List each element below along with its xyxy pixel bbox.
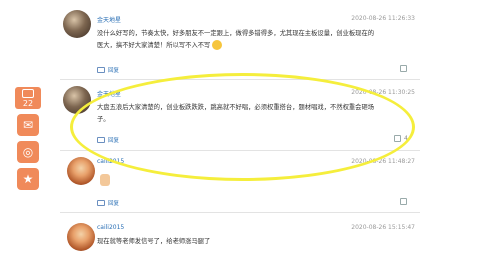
comment-time: 2020-08-26 15:15:47 xyxy=(351,224,415,231)
reply-button[interactable]: 回复 xyxy=(97,66,119,74)
comment-text: 没什么好写的，节奏太快，好多朋友不一定跟上，做得多错得多，尤其现在主板设量，创业… xyxy=(97,28,427,52)
comment-time: 2020-08-26 11:26:33 xyxy=(351,15,415,22)
comment-text: 大盘五浪后大家清楚的，创业板跌跌跌，跳高就不好唱，必须权重搭台，题材唱戏，不然权… xyxy=(97,102,427,126)
reply-icon xyxy=(97,200,105,206)
reply-button[interactable]: 回复 xyxy=(97,199,119,207)
share-sidebar: 22 ✉ ◎ ★ xyxy=(15,87,41,190)
comment-text-line: 子。 xyxy=(97,116,110,123)
comment-username[interactable]: 金天地星 xyxy=(97,89,121,98)
comment-text-line-2: 医大，搞不好大家清楚！所以写不入不写 xyxy=(97,40,427,52)
thumbs-up-icon xyxy=(400,65,407,72)
comment-time: 2020-08-26 11:30:25 xyxy=(351,89,415,96)
reply-button[interactable]: 回复 xyxy=(97,136,119,144)
like-button[interactable]: 4 xyxy=(394,135,408,142)
comment-username[interactable]: caili2015 xyxy=(97,158,124,165)
avatar[interactable] xyxy=(63,10,91,38)
comment-username[interactable]: 金天地星 xyxy=(97,15,121,24)
avatar[interactable] xyxy=(67,223,95,251)
reply-label: 回复 xyxy=(108,138,120,144)
reply-label: 回复 xyxy=(108,68,120,74)
reply-label: 回复 xyxy=(108,201,120,207)
like-count: 4 xyxy=(404,135,408,142)
comment-text-line: 大盘五浪后大家清楚的，创业板跌跌跌，跳高就不好唱，必须权重搭台，题材唱戏，不然权… xyxy=(97,104,375,111)
weibo-share-button[interactable]: ◎ xyxy=(17,141,39,163)
comment-count-button[interactable]: 22 xyxy=(15,87,41,109)
weibo-icon: ◎ xyxy=(22,145,34,159)
comment-text-line: 现在就等老师发信号了，给老师涨马腿了 xyxy=(97,238,211,245)
avatar[interactable] xyxy=(67,157,95,185)
star-favorite-button[interactable]: ★ xyxy=(17,168,39,190)
comment-username[interactable]: caili2015 xyxy=(97,224,124,231)
thumbs-up-icon xyxy=(400,198,407,205)
thumbs-up-icon xyxy=(394,135,401,142)
smiley-emoji-icon xyxy=(212,40,223,50)
comment-list: 金天地星 2020-08-26 11:26:33 没什么好写的，节奏太快，好多朋… xyxy=(60,0,420,255)
reply-icon xyxy=(97,67,105,73)
comment-text: 现在就等老师发信号了，给老师涨马腿了 xyxy=(97,236,427,248)
comment-text-line: 医大，搞不好大家清楚！所以写不入不写 xyxy=(97,42,211,49)
divider xyxy=(60,212,420,213)
comment-time: 2020-08-26 11:48:27 xyxy=(351,158,415,165)
comment-count: 22 xyxy=(22,98,34,108)
wechat-share-button[interactable]: ✉ xyxy=(17,114,39,136)
divider xyxy=(60,79,420,80)
avatar[interactable] xyxy=(63,86,91,114)
like-button[interactable] xyxy=(400,198,407,205)
thumbs-up-emoji-icon xyxy=(100,174,110,186)
divider xyxy=(60,150,420,151)
like-button[interactable] xyxy=(400,65,407,72)
star-icon: ★ xyxy=(22,172,34,186)
reply-icon xyxy=(97,137,105,143)
comment-icon xyxy=(22,88,34,98)
wechat-icon: ✉ xyxy=(22,118,34,132)
comment-text-line: 没什么好写的，节奏太快，好多朋友不一定跟上，做得多错得多，尤其现在主板设量，创业… xyxy=(97,30,375,37)
